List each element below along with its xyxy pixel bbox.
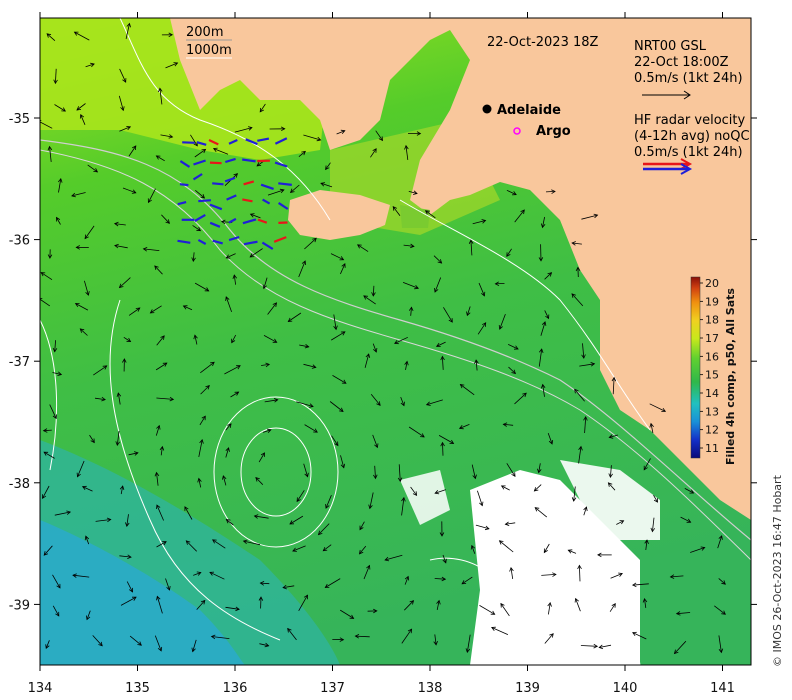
legend-hf-line1: HF radar velocity xyxy=(634,113,746,128)
y-tick-label: -36 xyxy=(9,234,30,249)
y-tick-label: -37 xyxy=(9,355,30,370)
contour-label-1000m: 1000m xyxy=(186,43,232,58)
sst-colorbar xyxy=(690,276,701,459)
adelaide-marker[interactable] xyxy=(482,104,492,114)
colorbar-tick-label: 19 xyxy=(705,295,719,308)
hf-radar-vector xyxy=(198,199,211,203)
colorbar-tick-label: 16 xyxy=(705,350,719,363)
y-tick-label: -39 xyxy=(9,598,30,613)
x-tick-label: 138 xyxy=(418,681,443,696)
legend-gsl-line3: 0.5m/s (1kt 24h) xyxy=(634,71,743,86)
colorbar-tick-label: 20 xyxy=(705,277,719,290)
colorbar-tick-label: 13 xyxy=(705,405,719,418)
colorbar-tick-label: 12 xyxy=(705,424,719,437)
x-tick-label: 135 xyxy=(125,681,150,696)
hf-radar-vector xyxy=(182,141,195,144)
legend-gsl-line1: NRT00 GSL xyxy=(634,39,707,54)
hf-radar-vector xyxy=(212,182,224,186)
x-tick-label: 141 xyxy=(710,681,735,696)
y-tick-label: -38 xyxy=(9,477,30,492)
x-tick-label: 137 xyxy=(320,681,345,696)
sst-map-figure: 200m 1000m 22-Oct-2023 18Z Adelaide Argo… xyxy=(9,12,784,696)
x-tick-label: 139 xyxy=(515,681,540,696)
x-tick-label: 140 xyxy=(613,681,638,696)
colorbar-title: Filled 4h comp, p50, All Sats xyxy=(724,288,737,465)
contour-label-200m: 200m xyxy=(186,25,223,40)
colorbar-tick-label: 17 xyxy=(705,332,719,345)
map-plot-area[interactable]: 200m 1000m 22-Oct-2023 18Z Adelaide Argo… xyxy=(37,18,751,665)
date-title: 22-Oct-2023 18Z xyxy=(487,35,599,50)
hf-radar-vector xyxy=(179,183,189,187)
legend-hf-line3: 0.5m/s (1kt 24h) xyxy=(634,145,743,160)
colorbar-tick-label: 15 xyxy=(705,369,719,382)
x-tick-label: 134 xyxy=(28,681,53,696)
colorbar-tick-label: 11 xyxy=(705,442,719,455)
x-tick-label: 136 xyxy=(223,681,248,696)
y-tick-label: -35 xyxy=(9,112,30,127)
hf-radar-vector xyxy=(209,161,222,165)
colorbar-tick-label: 14 xyxy=(705,387,719,400)
legend-gsl-line2: 22-Oct 18:00Z xyxy=(634,55,729,70)
argo-label: Argo xyxy=(536,124,571,139)
adelaide-label: Adelaide xyxy=(497,103,561,118)
current-arrow xyxy=(442,442,444,456)
legend-hf-line2: (4-12h avg) noQC xyxy=(634,129,750,144)
imos-credit: © IMOS 26-Oct-2023 16:47 Hobart xyxy=(771,474,784,667)
colorbar-tick-label: 18 xyxy=(705,314,719,327)
